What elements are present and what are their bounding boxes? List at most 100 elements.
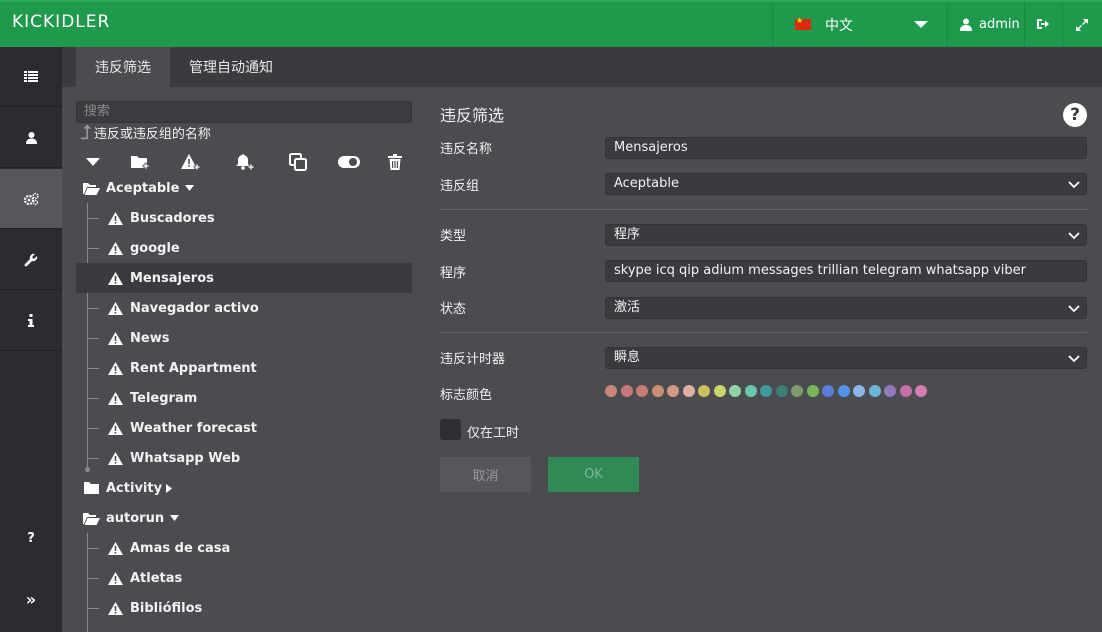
warning-icon <box>106 391 124 405</box>
tree-group-activity[interactable]: Activity <box>82 473 412 503</box>
color-swatch[interactable] <box>806 385 819 397</box>
cancel-button[interactable]: 取消 <box>440 457 531 492</box>
sidebar-item-list[interactable] <box>0 47 62 107</box>
color-swatch[interactable] <box>651 385 664 397</box>
user-icon <box>960 18 972 31</box>
tree-toolbar <box>82 152 412 172</box>
add-notification-button[interactable] <box>234 152 256 172</box>
copy-button[interactable] <box>287 152 309 172</box>
fullscreen-button[interactable] <box>1075 18 1089 36</box>
tree-item-label: Bibliófilos <box>130 600 203 616</box>
add-group-button[interactable] <box>130 152 152 172</box>
color-swatch[interactable] <box>837 385 850 397</box>
color-swatch[interactable] <box>760 385 772 397</box>
color-swatch[interactable] <box>915 385 927 397</box>
sidebar-item-tools[interactable] <box>0 230 62 290</box>
status-select-value: 激活 <box>614 300 641 315</box>
expand-all-button[interactable] <box>82 152 104 172</box>
caret-right-icon <box>164 481 174 495</box>
add-violation-button[interactable] <box>180 152 202 172</box>
worktime-label: 仅在工时 <box>467 426 520 441</box>
color-swatch[interactable] <box>884 385 896 397</box>
logout-button[interactable] <box>1036 18 1049 34</box>
tree-item[interactable]: Weather forecast <box>76 413 412 443</box>
sidebar-item-info[interactable] <box>0 291 62 351</box>
chevron-down-icon <box>1068 305 1080 313</box>
search-input[interactable]: 搜索 <box>76 101 412 123</box>
tree-group-aceptable[interactable]: Aceptable <box>82 173 412 203</box>
color-swatch[interactable] <box>620 385 633 397</box>
tree-item[interactable]: Rent Appartment <box>76 353 412 383</box>
group-label: autorun <box>106 510 165 526</box>
color-swatch[interactable] <box>791 385 803 397</box>
sidebar-item-users[interactable] <box>0 108 62 168</box>
type-select[interactable]: 程序 <box>605 224 1087 246</box>
status-select[interactable]: 激活 <box>605 297 1087 319</box>
user-menu[interactable]: admin <box>960 2 1020 47</box>
tree-item[interactable]: Buscadores <box>76 203 412 233</box>
tree-item-label: Rent Appartment <box>130 360 257 376</box>
tree-item[interactable]: Bibliófilos <box>76 593 412 623</box>
help-icon[interactable]: ? <box>1063 103 1087 127</box>
warning-icon <box>106 601 124 615</box>
user-icon <box>25 131 37 144</box>
folder-open-icon <box>82 181 100 195</box>
color-swatch[interactable] <box>868 385 881 397</box>
warning-icon <box>106 271 124 285</box>
name-input[interactable]: Mensajeros <box>605 137 1087 159</box>
search-hint: ⮥ 违反或违反组的名称 <box>80 122 211 142</box>
color-swatch[interactable] <box>729 385 741 397</box>
list-icon <box>24 71 38 82</box>
tree-item-label: Navegador activo <box>130 300 259 316</box>
group-select[interactable]: Aceptable <box>605 173 1087 195</box>
timer-select-value: 瞬息 <box>614 350 641 365</box>
tree-item[interactable]: News <box>76 323 412 353</box>
color-swatch[interactable] <box>682 385 695 397</box>
warning-icon <box>106 211 124 225</box>
toggle-button[interactable] <box>337 152 361 172</box>
app-logo[interactable]: KICKIDLER <box>12 12 110 32</box>
color-swatch[interactable] <box>605 385 617 397</box>
ok-button[interactable]: OK <box>548 457 639 492</box>
timer-label: 违反计时器 <box>440 352 506 367</box>
tree-item-selected[interactable]: Mensajeros <box>76 263 412 293</box>
programs-input[interactable]: skype icq qip adium messages trillian te… <box>605 260 1087 282</box>
logout-icon <box>1037 19 1049 29</box>
color-swatch[interactable] <box>853 385 865 397</box>
color-swatch[interactable] <box>636 385 648 397</box>
separator <box>1062 2 1063 47</box>
warning-icon <box>106 421 124 435</box>
color-label: 标志颜色 <box>440 388 493 403</box>
color-swatch[interactable] <box>899 385 912 397</box>
tree-item[interactable]: Telegram <box>76 383 412 413</box>
color-swatch[interactable] <box>698 385 710 397</box>
color-swatch[interactable] <box>775 385 788 397</box>
tab-violation-filter[interactable]: 违反筛选 <box>76 47 170 87</box>
color-swatch[interactable] <box>667 385 679 397</box>
tree-item[interactable]: Amas de casa <box>76 533 412 563</box>
form-title: 违反筛选 <box>440 106 505 125</box>
worktime-checkbox[interactable] <box>440 419 461 440</box>
tree-item[interactable]: Atletas <box>76 563 412 593</box>
tree-item[interactable]: Navegador activo <box>76 293 412 323</box>
separator <box>947 2 948 47</box>
tree-group-autorun[interactable]: autorun <box>82 503 412 533</box>
help-button[interactable]: ? <box>0 523 62 553</box>
color-swatch[interactable] <box>713 385 726 397</box>
tree-item[interactable]: Whatsapp Web <box>76 443 412 473</box>
delete-button[interactable] <box>384 152 406 172</box>
tree-item[interactable]: google <box>76 233 412 263</box>
timer-select[interactable]: 瞬息 <box>605 347 1087 369</box>
divider <box>440 209 1087 210</box>
color-swatch[interactable] <box>744 385 757 397</box>
collapse-sidebar-button[interactable]: » <box>0 584 62 614</box>
warning-icon <box>106 571 124 585</box>
color-swatch[interactable] <box>822 385 834 397</box>
sidebar-item-settings[interactable] <box>0 169 62 229</box>
group-select-value: Aceptable <box>614 176 679 191</box>
caret-down-icon <box>86 158 100 166</box>
language-selector[interactable]: 中文 <box>773 2 948 47</box>
info-icon <box>28 314 34 327</box>
sidebar: ? » <box>0 47 62 632</box>
tab-auto-notifications[interactable]: 管理自动通知 <box>170 47 292 87</box>
